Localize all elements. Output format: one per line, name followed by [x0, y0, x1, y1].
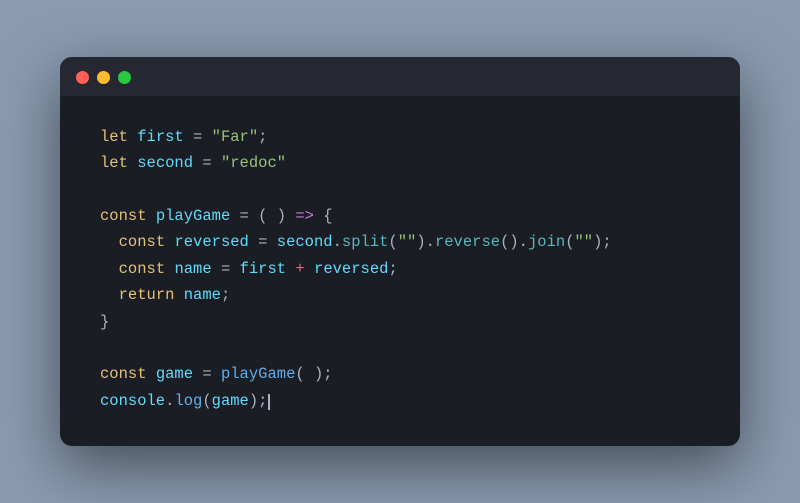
code-line-2: let second = "redoc"	[100, 150, 700, 176]
code-line-3: const playGame = ( ) => {	[100, 203, 700, 229]
minimize-button[interactable]	[97, 71, 110, 84]
code-line-5: const name = first + reversed;	[100, 256, 700, 282]
maximize-button[interactable]	[118, 71, 131, 84]
code-line-4: const reversed = second.split("").revers…	[100, 229, 700, 255]
close-button[interactable]	[76, 71, 89, 84]
code-line-7: }	[100, 309, 700, 335]
code-editor[interactable]: let first = "Far"; let second = "redoc" …	[60, 96, 740, 446]
code-window: let first = "Far"; let second = "redoc" …	[60, 57, 740, 446]
blank-line-2	[100, 335, 700, 361]
code-line-1: let first = "Far";	[100, 124, 700, 150]
code-line-6: return name;	[100, 282, 700, 308]
text-cursor	[268, 394, 270, 410]
code-line-9: console.log(game);	[100, 388, 700, 414]
titlebar	[60, 57, 740, 96]
code-line-8: const game = playGame( );	[100, 361, 700, 387]
blank-line-1	[100, 177, 700, 203]
